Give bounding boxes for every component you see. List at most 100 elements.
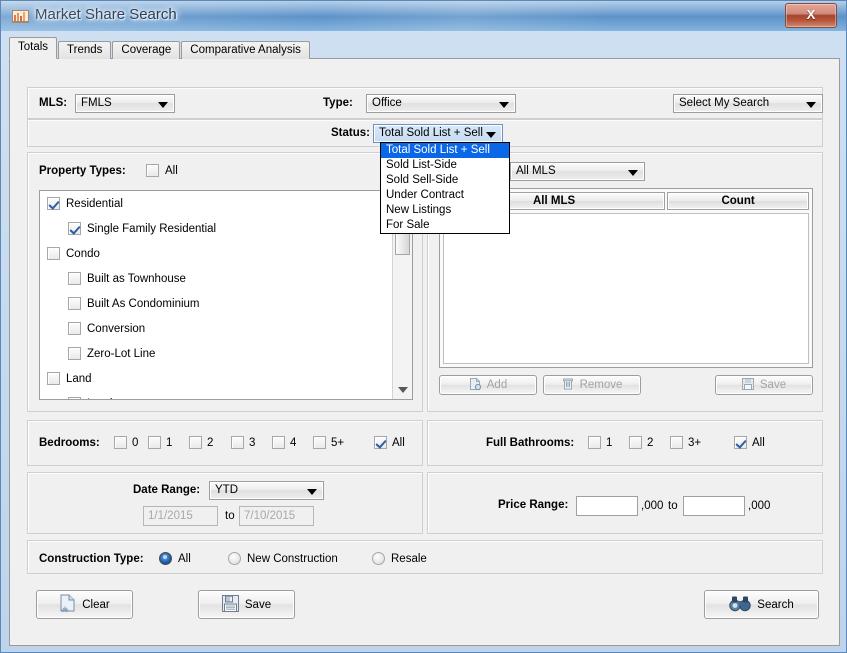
mls-list-combo[interactable]: All MLS: [510, 162, 645, 181]
property-types-label: Property Types:: [39, 165, 126, 177]
scroll-down-arrow-icon[interactable]: [395, 382, 410, 396]
status-option-2[interactable]: Sold Sell-Side: [381, 173, 509, 188]
tree-checkbox[interactable]: [47, 197, 60, 210]
tree-item-label: Single Family Residential: [87, 222, 217, 235]
type-label: Type:: [323, 97, 353, 109]
bedrooms-checkbox-5plus[interactable]: [313, 436, 326, 449]
tree-item[interactable]: Condo: [40, 241, 392, 266]
tab-coverage[interactable]: Coverage: [112, 41, 181, 59]
date-from-input[interactable]: 1/1/2015: [143, 506, 218, 526]
property-types-tree[interactable]: Residential Single Family Residential Co…: [39, 190, 413, 400]
mls-save-button[interactable]: Save: [715, 375, 813, 395]
tree-item-label: Land: [66, 372, 92, 385]
clear-button[interactable]: Clear: [36, 590, 133, 619]
price-range-to-label: to: [668, 500, 678, 512]
date-from-value: 1/1/2015: [148, 510, 193, 522]
add-button[interactable]: Add: [439, 375, 537, 395]
tree-checkbox[interactable]: [47, 372, 60, 385]
date-range-combo[interactable]: YTD: [209, 481, 324, 500]
bedrooms-group: Bedrooms: 0 1 2 3 4 5+ All: [27, 420, 423, 466]
tree-item[interactable]: Zero-Lot Line: [40, 341, 392, 366]
save-button[interactable]: Save: [198, 590, 295, 619]
bedrooms-label-2: 2: [207, 437, 214, 449]
chevron-down-icon: [628, 170, 638, 176]
construction-type-radio-all[interactable]: [159, 552, 172, 565]
remove-button-label: Remove: [579, 379, 623, 391]
construction-type-radio-new[interactable]: [228, 552, 241, 565]
bathrooms-all-label: All: [752, 437, 765, 449]
bedrooms-label: Bedrooms:: [39, 437, 100, 449]
status-combo-value: Total Sold List + Sell: [379, 127, 483, 139]
bedrooms-label-4: 4: [290, 437, 297, 449]
close-button[interactable]: X: [785, 3, 837, 28]
status-option-1[interactable]: Sold List-Side: [381, 158, 509, 173]
clear-button-label: Clear: [82, 598, 110, 611]
status-option-4[interactable]: New Listings: [381, 203, 509, 218]
chevron-down-icon: [307, 489, 317, 495]
status-option-5[interactable]: For Sale: [381, 218, 509, 233]
bedrooms-checkbox-2[interactable]: [189, 436, 202, 449]
status-option-3[interactable]: Under Contract: [381, 188, 509, 203]
tree-checkbox[interactable]: [68, 347, 81, 360]
status-label: Status:: [331, 127, 370, 139]
tree-item[interactable]: Built as Townhouse: [40, 266, 392, 291]
price-min-suffix: ,000: [641, 500, 664, 512]
tree-item[interactable]: Land: [40, 391, 392, 399]
title-bar: Market Share Search X: [1, 1, 846, 31]
bathrooms-checkbox-3plus[interactable]: [670, 436, 683, 449]
bedrooms-all-checkbox[interactable]: [374, 436, 387, 449]
bedrooms-checkbox-0[interactable]: [114, 436, 127, 449]
mls-type-group: MLS: FMLS Type: Office Select My Search: [27, 87, 823, 119]
property-types-all-checkbox[interactable]: [146, 164, 159, 177]
floppy-disk-icon: [221, 594, 239, 615]
bedrooms-checkbox-1[interactable]: [148, 436, 161, 449]
bathrooms-checkbox-2[interactable]: [629, 436, 642, 449]
property-types-group: Property Types: All Residential Single F…: [27, 152, 423, 412]
bedrooms-checkbox-4[interactable]: [272, 436, 285, 449]
price-max-input[interactable]: [683, 496, 745, 516]
new-document-icon: [59, 594, 76, 615]
date-to-input[interactable]: 7/10/2015: [239, 506, 314, 526]
tab-totals[interactable]: Totals: [9, 37, 58, 59]
tab-comparative-analysis[interactable]: Comparative Analysis: [181, 41, 310, 59]
price-min-input[interactable]: [576, 496, 638, 516]
tree-item[interactable]: Built As Condominium: [40, 291, 392, 316]
tree-checkbox[interactable]: [68, 272, 81, 285]
tree-item[interactable]: Land: [40, 366, 392, 391]
select-my-search-combo[interactable]: Select My Search: [673, 94, 823, 113]
tree-item[interactable]: Single Family Residential: [40, 216, 392, 241]
tree-checkbox[interactable]: [68, 322, 81, 335]
tab-trends[interactable]: Trends: [58, 41, 112, 59]
type-combo-value: Office: [372, 97, 402, 109]
bar-chart-icon: [12, 8, 29, 24]
tree-item[interactable]: Conversion: [40, 316, 392, 341]
tree-checkbox[interactable]: [68, 297, 81, 310]
tree-item-label: Built as Townhouse: [87, 272, 186, 285]
bathrooms-all-checkbox[interactable]: [734, 436, 747, 449]
construction-type-radio-resale[interactable]: [372, 552, 385, 565]
tree-checkbox[interactable]: [47, 247, 60, 260]
bedrooms-checkbox-3[interactable]: [231, 436, 244, 449]
tree-item-label: Built As Condominium: [87, 297, 200, 310]
mls-list-combo-value: All MLS: [516, 165, 556, 177]
bathrooms-label-1: 1: [606, 437, 613, 449]
column-header-count[interactable]: Count: [667, 192, 809, 210]
mls-combo[interactable]: FMLS: [75, 94, 175, 113]
table-body[interactable]: [443, 213, 809, 364]
mls-combo-value: FMLS: [81, 97, 112, 109]
price-max-suffix: ,000: [748, 500, 771, 512]
bathrooms-checkbox-1[interactable]: [588, 436, 601, 449]
search-button[interactable]: Search: [704, 590, 819, 619]
tree-item[interactable]: Residential: [40, 191, 392, 216]
remove-button[interactable]: Remove: [543, 375, 641, 395]
tree-checkbox[interactable]: [68, 397, 81, 399]
property-types-tree-items: Residential Single Family Residential Co…: [40, 191, 392, 399]
tree-checkbox[interactable]: [68, 222, 81, 235]
type-combo[interactable]: Office: [366, 94, 516, 113]
chevron-down-icon: [486, 132, 496, 138]
status-option-0[interactable]: Total Sold List + Sell: [381, 143, 509, 158]
date-range-combo-value: YTD: [215, 484, 238, 496]
date-range-to-label: to: [225, 510, 235, 522]
status-combo[interactable]: Total Sold List + Sell: [373, 124, 503, 143]
status-dropdown-list[interactable]: Total Sold List + Sell Sold List-Side So…: [380, 142, 510, 234]
